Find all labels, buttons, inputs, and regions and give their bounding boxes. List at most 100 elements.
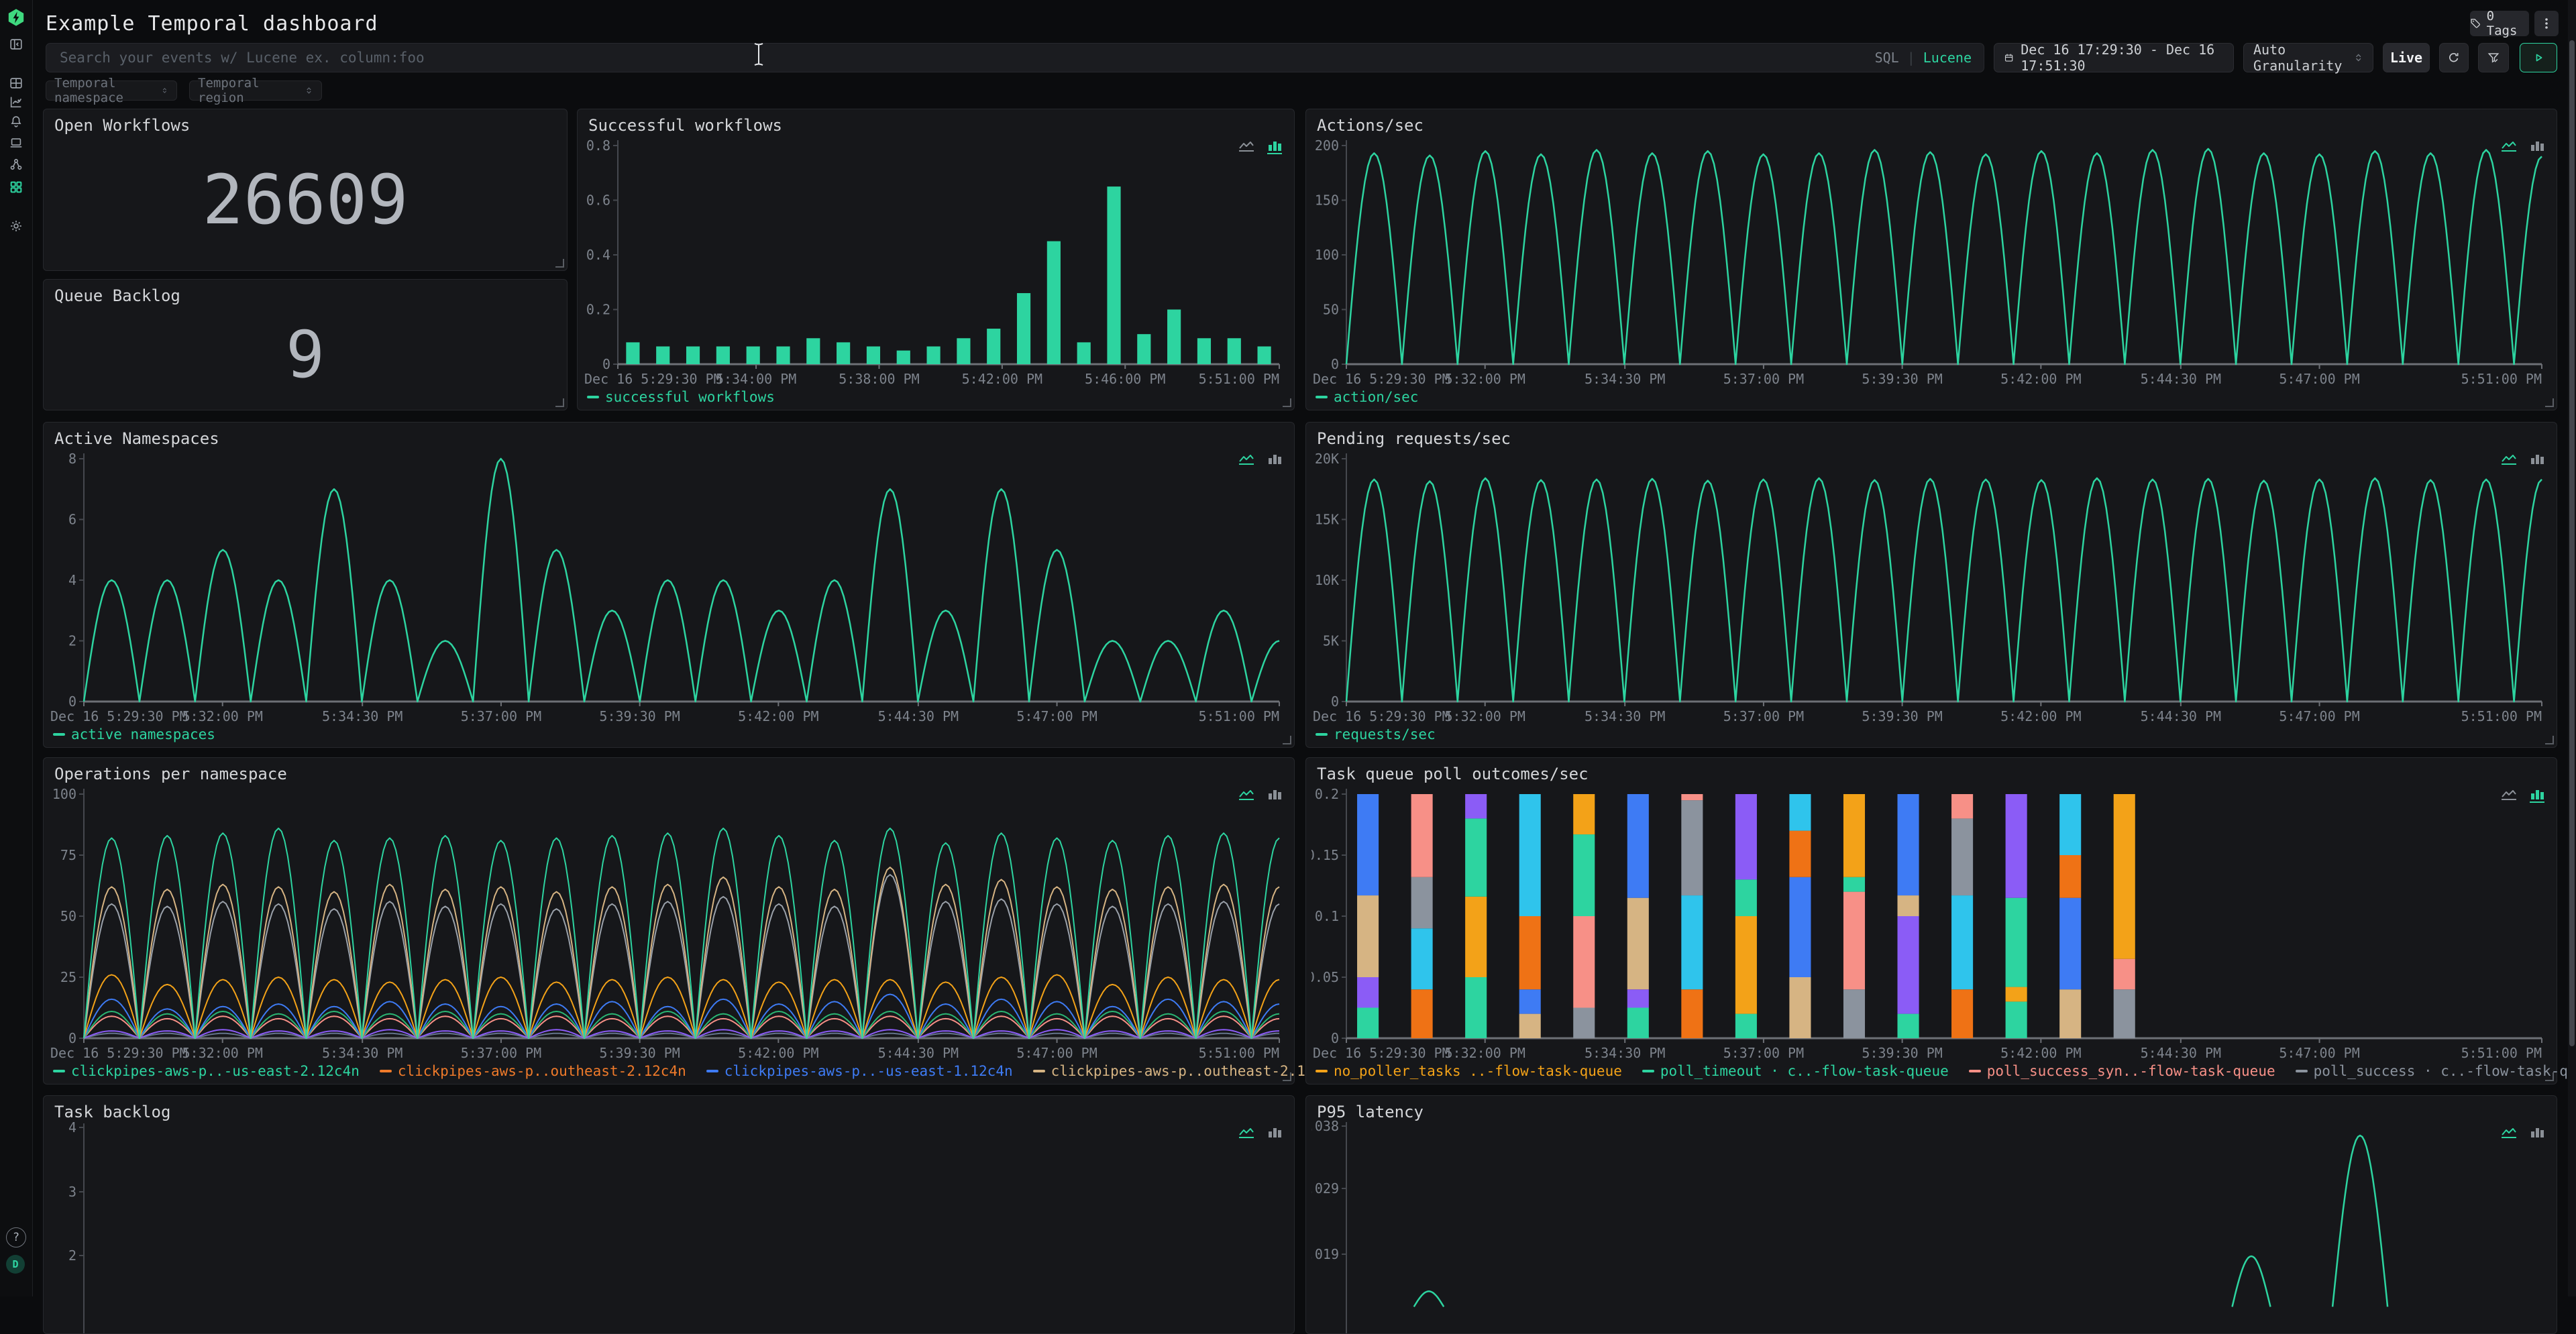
svg-text:5:38:00 PM: 5:38:00 PM [839, 371, 919, 387]
active-namespaces-chart[interactable]: 02468Dec 16 5:29:30 PM5:32:00 PM5:34:30 … [49, 447, 1289, 724]
chart-type-toggles[interactable] [2500, 787, 2546, 803]
svg-text:5:32:00 PM: 5:32:00 PM [182, 1045, 263, 1061]
svg-text:5:44:30 PM: 5:44:30 PM [2141, 371, 2221, 387]
panel-resize-handle[interactable] [555, 398, 564, 407]
time-range-picker[interactable]: Dec 16 17:29:30 - Dec 16 17:51:30 [1994, 43, 2234, 72]
line-chart-toggle-icon[interactable] [2500, 787, 2518, 803]
chart-type-toggles[interactable] [1238, 139, 1283, 155]
search-input[interactable] [58, 49, 1875, 66]
app-logo-icon[interactable] [7, 8, 25, 27]
line-chart-toggle-icon[interactable] [1238, 787, 1255, 803]
bar-chart-toggle-icon[interactable] [1266, 139, 1283, 155]
lucene-mode-toggle[interactable]: Lucene [1923, 50, 1972, 66]
bar-chart-toggle-icon[interactable] [2528, 452, 2546, 468]
svg-text:200: 200 [1315, 137, 1339, 154]
avatar-initial: D [12, 1258, 18, 1270]
legend-item[interactable]: poll_timeout · c..-flow-task-queue [1642, 1063, 1949, 1079]
scrollbar-thumb[interactable] [2569, 40, 2575, 1046]
svg-text:5:47:00 PM: 5:47:00 PM [2279, 1045, 2359, 1061]
bar-chart-toggle-icon[interactable] [1266, 1125, 1283, 1142]
legend-item[interactable]: no_poller_tasks ..-flow-task-queue [1316, 1063, 1622, 1079]
granularity-select[interactable]: Auto Granularity [2243, 43, 2373, 72]
legend-item[interactable]: clickpipes-aws-p..outheast-2.12c4n [1033, 1063, 1340, 1079]
legend-item[interactable]: successful workflows [587, 389, 775, 405]
svg-text:Dec 16 5:29:30 PM: Dec 16 5:29:30 PM [1313, 1045, 1450, 1061]
bar-chart-toggle-icon[interactable] [2528, 139, 2546, 155]
alerts-bell-icon[interactable] [9, 114, 23, 129]
chart-type-toggles[interactable] [1238, 787, 1283, 803]
bar-chart-toggle-icon[interactable] [1266, 787, 1283, 803]
svg-text:0: 0 [1331, 1030, 1339, 1046]
legend-item[interactable]: clickpipes-aws-p..-us-east-2.12c4n [53, 1063, 360, 1079]
collapse-sidebar-icon[interactable] [9, 37, 23, 52]
sessions-monitor-icon[interactable] [9, 135, 23, 150]
settings-gear-icon[interactable] [9, 219, 23, 233]
pending-requests-chart[interactable]: 05K10K15K20KDec 16 5:29:30 PM5:32:00 PM5… [1311, 447, 2551, 724]
edit-filters-button[interactable] [2478, 43, 2509, 72]
service-map-icon[interactable] [9, 157, 23, 172]
panel-resize-handle[interactable] [555, 259, 564, 268]
p95-latency-chart[interactable]: 0.0380.0290.019 [1311, 1120, 2551, 1333]
panel-title: Operations per namespace [54, 765, 287, 783]
line-chart-toggle-icon[interactable] [2500, 139, 2518, 155]
legend-item[interactable]: clickpipes-aws-p..-us-east-1.12c4n [706, 1063, 1013, 1079]
chart-legend: successful workflows [587, 388, 775, 406]
svg-text:2: 2 [68, 633, 76, 649]
legend-label: clickpipes-aws-p..outheast-2.12c4n [398, 1063, 686, 1079]
chart-type-toggles[interactable] [2500, 139, 2546, 155]
panel-resize-handle[interactable] [2545, 398, 2554, 407]
chart-type-toggles[interactable] [1238, 452, 1283, 468]
svg-text:0.6: 0.6 [586, 192, 610, 209]
operations-chart[interactable]: 0255075100Dec 16 5:29:30 PM5:32:00 PM5:3… [49, 782, 1289, 1061]
line-chart-toggle-icon[interactable] [2500, 1125, 2518, 1142]
filter-temporal-region[interactable]: Temporal region [189, 80, 322, 101]
legend-label: poll_success_syn..-flow-task-queue [1987, 1063, 2275, 1079]
run-query-button[interactable] [2520, 43, 2557, 72]
tags-button[interactable]: 0 Tags [2470, 11, 2529, 36]
chart-legend: clickpipes-aws-p..-us-east-2.12c4n clickp… [53, 1062, 1424, 1080]
legend-dash [2296, 1070, 2308, 1072]
chart-type-toggles[interactable] [2500, 1125, 2546, 1142]
svg-text:0.1: 0.1 [1315, 908, 1339, 924]
refresh-button[interactable] [2439, 43, 2469, 72]
chart-explorer-icon[interactable] [9, 95, 23, 109]
legend-item[interactable]: clickpipes-aws-p..outheast-2.12c4n [380, 1063, 686, 1079]
svg-text:5:44:30 PM: 5:44:30 PM [2141, 1045, 2221, 1061]
panel-successful-workflows: Successful workflows 00.20.40.60.8Dec 16… [577, 109, 1295, 410]
panel-title: Task queue poll outcomes/sec [1317, 765, 1589, 783]
svg-text:5:47:00 PM: 5:47:00 PM [1016, 708, 1097, 724]
legend-dash [53, 1070, 65, 1072]
dashboards-icon[interactable] [9, 180, 23, 194]
chart-type-toggles[interactable] [1238, 1125, 1283, 1142]
sql-mode-toggle[interactable]: SQL [1875, 50, 1899, 66]
panel-resize-handle[interactable] [1283, 736, 1291, 744]
task-queue-chart[interactable]: 00.050.10.150.2Dec 16 5:29:30 PM5:32:00 … [1311, 782, 2551, 1061]
legend-item[interactable]: action/sec [1316, 389, 1418, 405]
legend-item[interactable]: poll_success · c..-flow-task-queue [2296, 1063, 2576, 1079]
panel-resize-handle[interactable] [1283, 1072, 1291, 1081]
bar-chart-toggle-icon[interactable] [2528, 1125, 2546, 1142]
bar-chart-toggle-icon[interactable] [1266, 452, 1283, 468]
line-chart-toggle-icon[interactable] [1238, 452, 1255, 468]
live-button[interactable]: Live [2383, 43, 2430, 72]
bar-chart-toggle-icon[interactable] [2528, 787, 2546, 803]
actions-chart[interactable]: 050100150200Dec 16 5:29:30 PM5:32:00 PM5… [1311, 133, 2551, 387]
successful-workflows-chart[interactable]: 00.20.40.60.8Dec 16 5:29:30 PM5:34:00 PM… [583, 133, 1289, 387]
line-chart-toggle-icon[interactable] [1238, 1125, 1255, 1142]
line-chart-toggle-icon[interactable] [2500, 452, 2518, 468]
chart-type-toggles[interactable] [2500, 452, 2546, 468]
line-chart-toggle-icon[interactable] [1238, 139, 1255, 155]
legend-item[interactable]: active namespaces [53, 726, 215, 742]
legend-item[interactable]: requests/sec [1316, 726, 1436, 742]
filter-temporal-namespace[interactable]: Temporal namespace [46, 80, 177, 101]
user-avatar[interactable]: D [6, 1255, 25, 1274]
dashboard-menu-button[interactable] [2534, 11, 2559, 36]
help-button[interactable]: ? [6, 1227, 26, 1247]
legend-label: poll_timeout · c..-flow-task-queue [1660, 1063, 1949, 1079]
panel-resize-handle[interactable] [1283, 398, 1291, 407]
panel-resize-handle[interactable] [2545, 736, 2554, 744]
task-backlog-chart[interactable]: 432 [49, 1120, 1289, 1333]
panel-resize-handle[interactable] [2545, 1072, 2554, 1081]
tables-icon[interactable] [9, 76, 23, 91]
legend-item[interactable]: poll_success_syn..-flow-task-queue [1969, 1063, 2275, 1079]
